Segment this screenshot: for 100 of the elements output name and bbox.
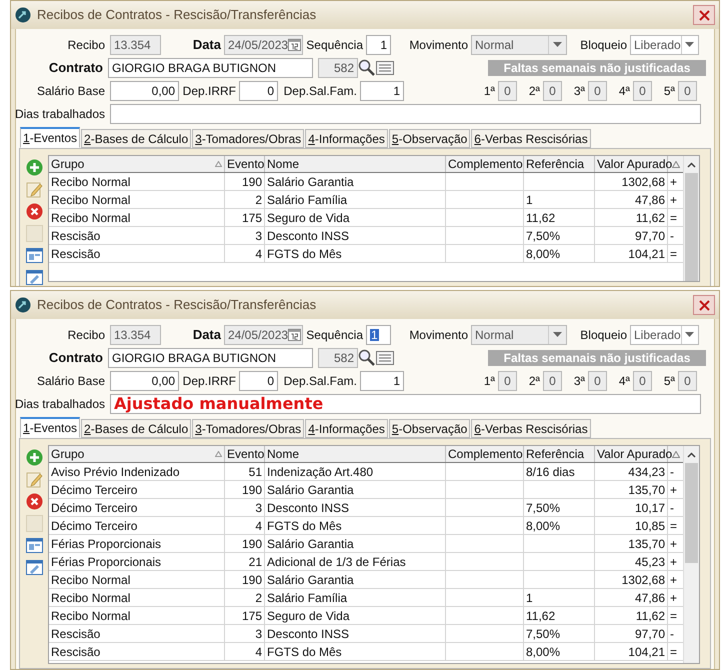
dropdown-caret-icon[interactable] — [685, 42, 694, 47]
table-cell-text: Recibo Normal — [51, 174, 130, 190]
table-cell-text: Recibo Normal — [51, 210, 130, 226]
movimento-select[interactable]: Normal — [471, 34, 567, 54]
scrollbar-thumb[interactable] — [685, 463, 698, 563]
calendar-icon[interactable] — [288, 37, 301, 52]
data-field[interactable]: 24/05/2023 — [224, 34, 303, 54]
contrato-field[interactable]: GIORGIO BRAGA BUTIGNON — [108, 58, 313, 78]
tab[interactable]: 4-Informações — [305, 419, 388, 438]
dropdown-caret-icon[interactable] — [685, 332, 694, 337]
tab[interactable]: 2-Bases de Cálculo — [81, 419, 192, 438]
table-cell-text: FGTS do Mês — [267, 518, 342, 534]
data-field[interactable]: 24/05/2023 — [224, 324, 303, 344]
semana-field[interactable]: 0 — [498, 80, 517, 100]
dias-trabalhados-field[interactable] — [110, 104, 701, 124]
table-cell-text: 97,70 — [634, 228, 665, 244]
semana-field[interactable]: 0 — [678, 370, 697, 390]
column-header[interactable]: Grupo — [49, 446, 225, 462]
tab[interactable]: 6-Verbas Rescisórias — [471, 129, 591, 148]
search-icon[interactable] — [358, 349, 375, 366]
list-icon[interactable] — [376, 350, 394, 366]
close-button[interactable] — [693, 295, 715, 315]
window-edit-icon[interactable] — [26, 559, 43, 576]
table-cell-text: 7,50% — [526, 500, 560, 516]
semana-field[interactable]: 0 — [633, 80, 652, 100]
window-icon[interactable] — [26, 537, 43, 554]
bloqueio-select[interactable]: Liberado — [630, 34, 699, 54]
column-header[interactable]: Nome — [265, 446, 446, 462]
add-icon[interactable] — [26, 159, 43, 176]
sequencia-field[interactable]: 1 — [366, 324, 391, 344]
column-header[interactable]: Grupo — [49, 156, 225, 172]
tab[interactable]: 4-Informações — [305, 129, 388, 148]
column-header[interactable]: Referência — [524, 156, 595, 172]
dep-irrf-field[interactable]: 0 — [239, 80, 278, 100]
contrato-field[interactable]: GIORGIO BRAGA BUTIGNON — [108, 348, 313, 368]
semana-field[interactable]: 0 — [678, 80, 697, 100]
dep-sal-fam-field[interactable]: 1 — [360, 80, 404, 100]
scroll-up-icon[interactable] — [687, 452, 696, 458]
app-icon — [15, 7, 31, 23]
tab[interactable]: 2-Bases de Cálculo — [81, 129, 192, 148]
dep-irrf-field[interactable]: 0 — [239, 370, 278, 390]
dias-trabalhados-field[interactable]: Ajustado manualmente — [110, 394, 701, 414]
recibo-field[interactable]: 13.354 — [110, 34, 161, 54]
window-edit-icon[interactable] — [26, 269, 43, 286]
window-icon[interactable] — [26, 247, 43, 264]
contrato-codigo-field[interactable]: 582 — [318, 348, 358, 368]
calendar-icon[interactable] — [288, 327, 301, 342]
semana-field[interactable]: 0 — [588, 80, 607, 100]
dep-sal-fam-label: Dep.Sal.Fam. — [284, 372, 357, 390]
semana-field[interactable]: 0 — [633, 370, 652, 390]
close-icon — [698, 10, 710, 20]
semana-field[interactable]: 0 — [498, 370, 517, 390]
bloqueio-label: Bloqueio — [580, 36, 627, 54]
tab[interactable]: 1-Eventos — [20, 127, 80, 148]
edit-icon[interactable] — [26, 181, 43, 198]
semana-field[interactable]: 0 — [543, 370, 562, 390]
dep-sal-fam-field[interactable]: 1 — [360, 370, 404, 390]
semana-field[interactable]: 0 — [543, 80, 562, 100]
semana-field[interactable]: 0 — [588, 370, 607, 390]
scrollbar[interactable] — [683, 446, 699, 663]
close-button[interactable] — [693, 5, 715, 25]
dropdown-caret-icon[interactable] — [553, 332, 562, 337]
delete-icon[interactable] — [26, 493, 43, 510]
table-cell-text: Aviso Prévio Indenizado — [51, 464, 180, 480]
semana-label: 5ª — [664, 82, 675, 100]
column-header[interactable]: Complemento — [446, 156, 524, 172]
column-header[interactable]: Evento — [225, 156, 265, 172]
tab[interactable]: 5-Observação — [388, 129, 470, 148]
column-header[interactable]: Complemento — [446, 446, 524, 462]
salario-base-field[interactable]: 0,00 — [110, 80, 179, 100]
column-header[interactable]: Nome — [265, 156, 446, 172]
table-cell-text: 4 — [255, 246, 262, 262]
scrollbar[interactable] — [683, 156, 699, 281]
movimento-select[interactable]: Normal — [471, 324, 567, 344]
scrollbar-thumb[interactable] — [685, 173, 698, 281]
tab[interactable]: 6-Verbas Rescisórias — [471, 419, 591, 438]
table-cell-text: 45,23 — [634, 554, 665, 570]
search-icon[interactable] — [358, 59, 375, 76]
data-label: Data — [192, 36, 221, 54]
scroll-up-icon[interactable] — [687, 162, 696, 168]
bloqueio-select[interactable]: Liberado — [630, 324, 699, 344]
tab[interactable]: 1-Eventos — [20, 417, 80, 438]
table-cell-text: 1302,68 — [622, 572, 665, 588]
contrato-codigo-field[interactable]: 582 — [318, 58, 358, 78]
tab[interactable]: 3-Tomadores/Obras — [192, 419, 304, 438]
sort-icon — [672, 450, 680, 458]
column-header[interactable]: Evento — [225, 446, 265, 462]
sequencia-field[interactable]: 1 — [366, 34, 391, 54]
recibo-field[interactable]: 13.354 — [110, 324, 161, 344]
list-icon[interactable] — [376, 60, 394, 76]
dropdown-caret-icon[interactable] — [553, 42, 562, 47]
salario-base-field[interactable]: 0,00 — [110, 370, 179, 390]
column-header[interactable]: Referência — [524, 446, 595, 462]
tab[interactable]: 3-Tomadores/Obras — [192, 129, 304, 148]
edit-icon[interactable] — [26, 471, 43, 488]
bloqueio-label: Bloqueio — [580, 326, 627, 344]
table-cell-text: 21 — [248, 554, 262, 570]
delete-icon[interactable] — [26, 203, 43, 220]
add-icon[interactable] — [26, 449, 43, 466]
tab[interactable]: 5-Observação — [388, 419, 470, 438]
